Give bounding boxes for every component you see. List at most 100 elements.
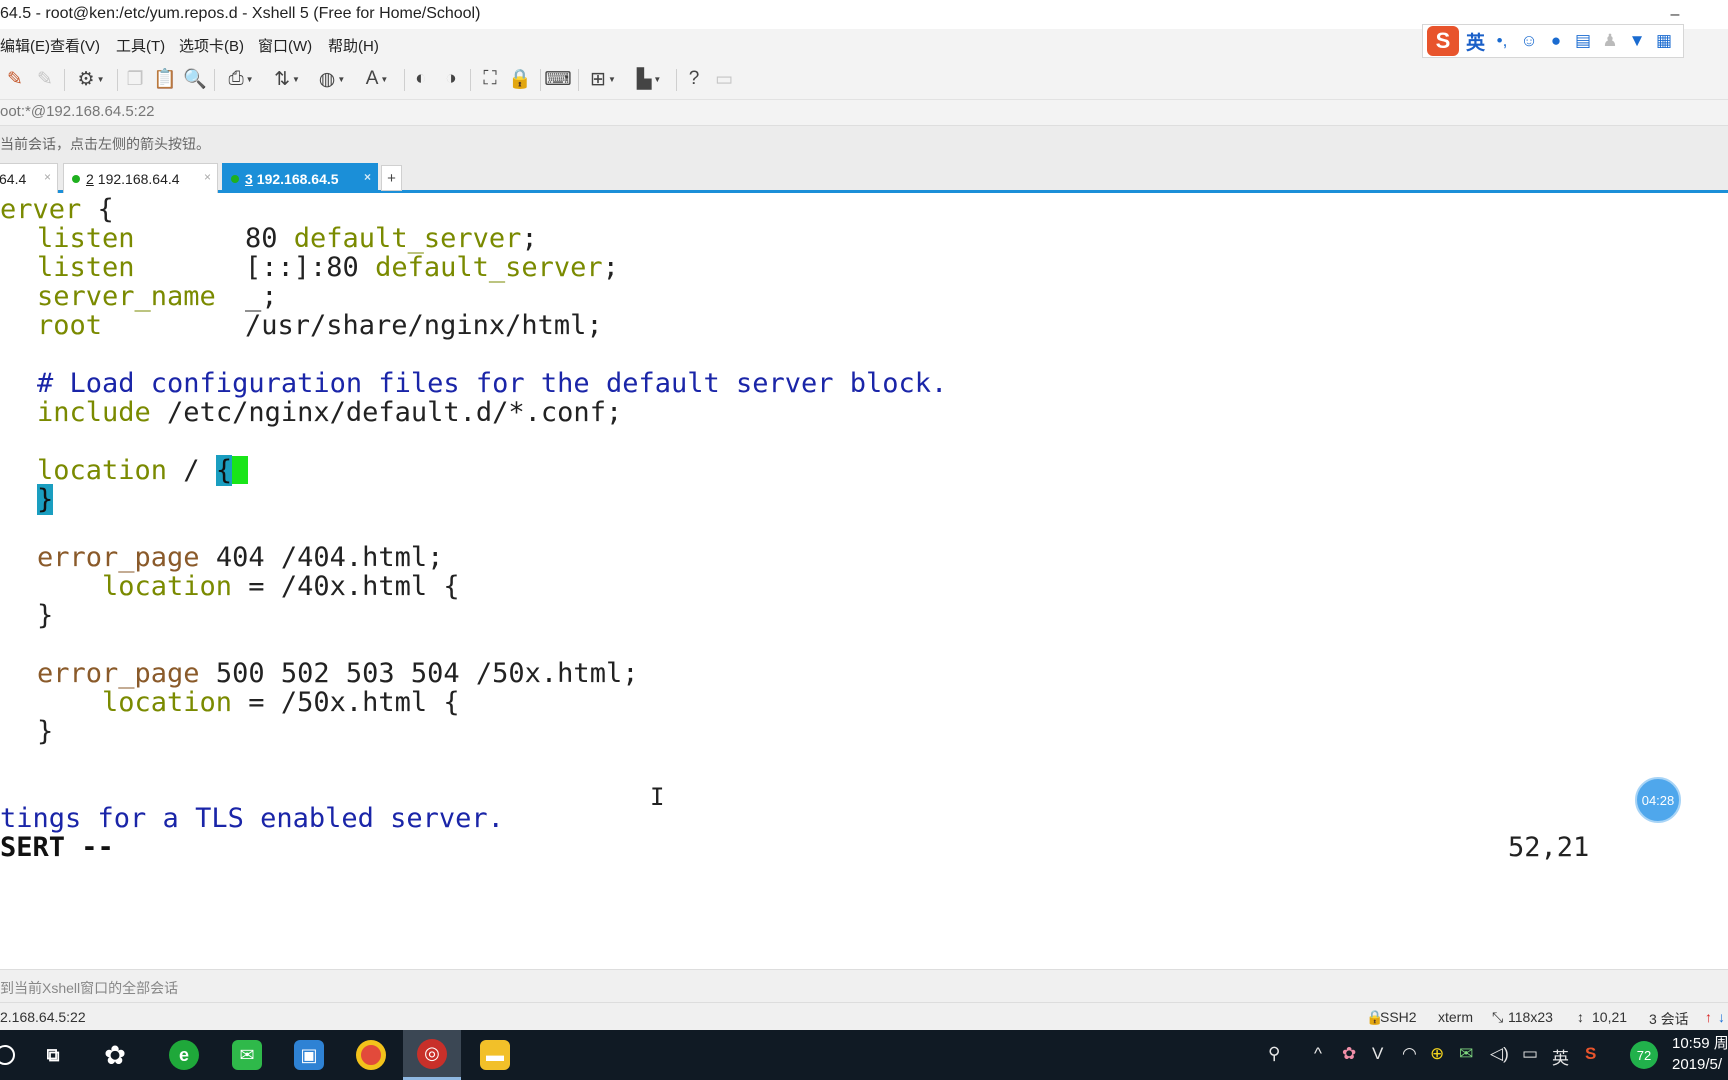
status-size: 118x23 (1508, 1009, 1553, 1025)
pinwheel-app-icon[interactable]: ✿ (86, 1030, 144, 1080)
connect-icon[interactable]: ✎ (2, 66, 28, 92)
status-bar: 2.168.64.5:22 🔒 SSH2 xterm ⤡ 118x23 ↕ 10… (0, 1002, 1728, 1030)
xshell-taskbar-icon[interactable]: ◎ (403, 1030, 461, 1080)
file-explorer-icon[interactable]: ▬ (466, 1030, 524, 1080)
tab-label: 192.168.64.4 (97, 170, 180, 187)
find-icon[interactable]: 🔍 (182, 66, 208, 92)
ime-language[interactable]: 英 (1466, 28, 1485, 55)
menu-view[interactable]: 查看(V) (50, 35, 100, 56)
resize-icon: ⤡ (1492, 1009, 1504, 1025)
lock-icon[interactable]: 🔒 (507, 66, 533, 92)
terminal-comment-line: tings for a TLS enabled server. (0, 803, 504, 834)
mic-icon[interactable]: ● (1546, 31, 1566, 51)
status-sessions: 3 会话 (1649, 1011, 1689, 1027)
help-icon[interactable]: ? (681, 66, 707, 92)
punctuation-icon[interactable]: •, (1492, 31, 1512, 51)
vim-mode-indicator: SERT -- (0, 832, 114, 863)
plus-app-icon[interactable]: ⊕ (1430, 1044, 1444, 1064)
wifi-icon[interactable]: ◠ (1402, 1044, 1417, 1064)
tab-bar: 64.4 × 2 192.168.64.4 × 3 192.168.64.5 ×… (0, 159, 1728, 193)
clock-date: 2019/5/ (1672, 1056, 1723, 1073)
address-bar[interactable]: oot:*@192.168.64.5:22 (0, 99, 1728, 125)
tab-close-icon[interactable]: × (44, 170, 51, 184)
browser-e-icon[interactable]: e (155, 1030, 213, 1080)
compose-hint: 到当前Xshell窗口的全部会话 (0, 980, 179, 996)
terminal-line: } (37, 600, 54, 631)
volume-icon[interactable]: ◁) (1490, 1044, 1509, 1064)
matched-brace: { (215, 455, 233, 486)
tab-close-icon[interactable]: × (204, 170, 211, 184)
connected-dot-icon (231, 174, 239, 183)
xftp-icon[interactable]: ◐ (408, 66, 434, 92)
new-tab-icon[interactable]: ⊞ ▼ (584, 66, 622, 92)
upload-arrow-icon: ↑ (1705, 1009, 1712, 1025)
layout-icon[interactable]: ▙ ▼ (630, 66, 668, 92)
terminal-line: error_page 404 /404.html; (37, 542, 444, 573)
clock[interactable]: 10:59 周 2019/5/ (1672, 1033, 1728, 1075)
sogou-logo-icon[interactable]: S (1427, 26, 1459, 56)
tab-session-1[interactable]: 64.4 × (0, 163, 58, 193)
menu-window[interactable]: 窗口(W) (258, 35, 312, 56)
terminal-line: error_page 500 502 503 504 /50x.html; (37, 658, 639, 689)
new-tab-button[interactable]: + (381, 165, 402, 191)
properties-icon[interactable]: ⚙ ▼ (72, 66, 110, 92)
terminal-comment-line: # Load configuration files for the defau… (37, 368, 948, 399)
battery-badge[interactable]: 72 (1630, 1041, 1658, 1069)
xftp2-icon[interactable]: ◑ (438, 66, 464, 92)
terminal-line: listen (37, 252, 135, 283)
compose-bar[interactable]: 到当前Xshell窗口的全部会话 (0, 969, 1728, 1002)
matched-brace: } (37, 484, 54, 515)
smile-icon[interactable]: ☺ (1519, 31, 1539, 51)
tray-expand-icon[interactable]: ^ (1314, 1044, 1322, 1064)
flower-app-icon[interactable]: ✿ (1342, 1044, 1356, 1064)
terminal-line: } (37, 484, 54, 515)
font-icon[interactable]: A ▼ (358, 66, 396, 92)
user-icon[interactable]: ♟ (1600, 31, 1620, 51)
people-icon[interactable]: ⚲ (1268, 1044, 1280, 1064)
menu-tabs[interactable]: 选项卡(B) (179, 35, 244, 56)
status-terminal: xterm (1438, 1009, 1473, 1025)
sogou-tray-icon[interactable]: S (1585, 1044, 1596, 1064)
tab-session-2[interactable]: 2 192.168.64.4 × (63, 163, 218, 193)
menu-tools[interactable]: 工具(T) (116, 35, 165, 56)
chat-icon[interactable]: ▭ (711, 66, 737, 92)
vim-cursor-position: 52,21 (1508, 832, 1590, 863)
paste-icon[interactable]: 📋 (152, 66, 178, 92)
print-icon[interactable]: ⎙ ▼ (222, 66, 260, 92)
keyboard-icon[interactable]: ⌨ (544, 66, 571, 92)
terminal-line: location = /40x.html { (102, 571, 460, 602)
terminal-line: } (37, 716, 54, 747)
terminal-line: _; (245, 281, 278, 312)
keyboard-icon[interactable]: ▤ (1573, 31, 1593, 51)
battery-icon[interactable]: ▭ (1522, 1044, 1538, 1064)
fullscreen-icon[interactable]: ⛶ (477, 66, 503, 92)
shirt-icon[interactable]: ▼ (1627, 31, 1647, 51)
disconnect-icon[interactable]: ✎ (32, 66, 58, 92)
status-host: 2.168.64.5:22 (0, 1009, 86, 1025)
status-protocol: SSH2 (1380, 1009, 1417, 1025)
notes-app-icon[interactable]: ▣ (280, 1030, 338, 1080)
transfer-icon[interactable]: ⇅ ▼ (268, 66, 306, 92)
ime-toolbar: S 英 •, ☺ ● ▤ ♟ ▼ ▦ (1422, 24, 1684, 58)
cursor-icon: ↕ (1577, 1009, 1584, 1025)
vmware-icon[interactable]: V (1372, 1044, 1383, 1064)
copy-icon[interactable]: ❐ (122, 66, 148, 92)
recording-timer[interactable]: 04:28 (1635, 777, 1681, 823)
wechat-tray-icon[interactable]: ✉ (1459, 1044, 1473, 1064)
tab-number: 2 (86, 170, 94, 187)
tab-close-icon[interactable]: × (364, 170, 371, 184)
terminal-line: [::]:80 default_server; (245, 252, 619, 283)
terminal[interactable]: erver { listen 80 default_server; listen… (0, 193, 1728, 969)
grid-icon[interactable]: ▦ (1654, 31, 1674, 51)
tab-number: 3 (245, 170, 253, 187)
menu-help[interactable]: 帮助(H) (328, 35, 379, 56)
tab-session-3[interactable]: 3 192.168.64.5 × (222, 163, 378, 193)
task-view-icon[interactable]: ⧉ (24, 1030, 82, 1080)
menu-edit[interactable]: 编辑(E) (0, 35, 50, 56)
chrome-icon[interactable] (342, 1030, 400, 1080)
tray-ime-lang[interactable]: 英 (1552, 1044, 1569, 1069)
tab-label: 192.168.64.5 (256, 170, 339, 187)
download-arrow-icon: ↓ (1718, 1009, 1725, 1025)
globe-icon[interactable]: ◍ ▼ (313, 66, 351, 92)
wechat-icon[interactable]: ✉ (218, 1030, 276, 1080)
